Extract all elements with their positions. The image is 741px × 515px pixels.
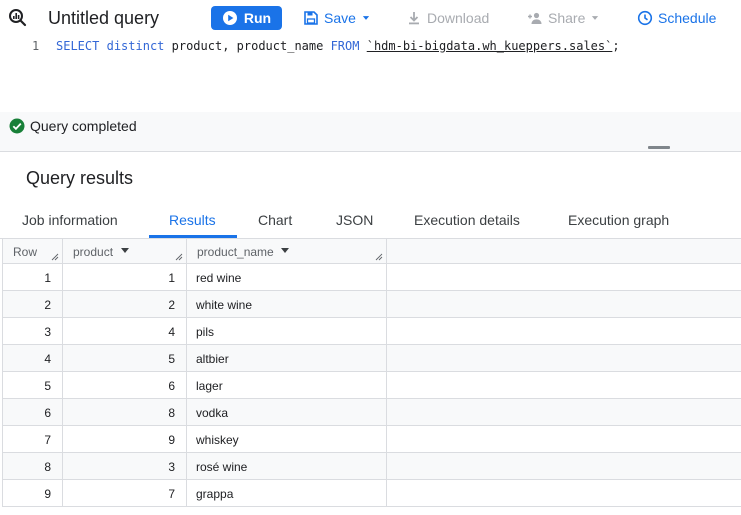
sql-editor[interactable]: 1 SELECT distinct product, product_name … [0,36,741,112]
keyword-distinct: distinct [106,39,165,53]
product-name-cell[interactable]: whiskey [187,426,387,453]
table-row[interactable]: 5 6 lager [2,372,741,399]
column-resize-icon[interactable] [375,253,383,261]
clock-icon [637,10,653,26]
table-row[interactable]: 7 9 whiskey [2,426,741,453]
tab-job-information[interactable]: Job information [22,212,118,228]
row-number-cell[interactable]: 8 [2,453,63,480]
product-name-cell[interactable]: white wine [187,291,387,318]
results-tabs: Job information Results Chart JSON Execu… [0,202,741,239]
column-header-label: product_name [197,245,274,259]
save-button[interactable]: Save [303,6,371,30]
product-cell[interactable]: 5 [63,345,187,372]
download-icon [409,12,419,25]
share-button-label: Share [548,10,586,26]
product-cell[interactable]: 2 [63,291,187,318]
tab-chart[interactable]: Chart [258,212,292,228]
query-title[interactable]: Untitled query [48,8,159,29]
keyword-from: FROM [330,39,360,53]
play-circle-icon [222,11,237,25]
row-filler [387,318,741,345]
column-header-product[interactable]: product [63,239,187,264]
schedule-button[interactable]: Schedule [637,6,716,30]
row-filler [387,399,741,426]
query-toolbar: Untitled query Run Save Download Share S… [0,0,741,36]
table-row[interactable]: 3 4 pils [2,318,741,345]
tab-json[interactable]: JSON [336,212,373,228]
row-filler [387,291,741,318]
row-number-cell[interactable]: 4 [2,345,63,372]
run-button-label: Run [243,10,272,26]
line-number: 1 [32,39,40,53]
add-person-icon [528,12,542,24]
table-row[interactable]: 9 7 grappa [2,480,741,507]
download-button[interactable]: Download [406,6,489,30]
product-cell[interactable]: 7 [63,480,187,507]
row-filler [387,264,741,291]
row-filler [387,345,741,372]
status-text: Query completed [30,118,137,134]
table-row[interactable]: 2 2 white wine [2,291,741,318]
save-icon [304,11,318,25]
product-name-cell[interactable]: red wine [187,264,387,291]
save-button-label: Save [324,10,356,26]
run-button[interactable]: Run [211,6,282,30]
chevron-down-icon [362,16,370,20]
row-filler [387,453,741,480]
row-filler [387,480,741,507]
tab-results[interactable]: Results [169,212,216,228]
product-cell[interactable]: 1 [63,264,187,291]
table-reference[interactable]: `hdm-bi-bigdata.wh_kueppers.sales` [367,39,613,53]
tab-execution-graph[interactable]: Execution graph [568,212,669,228]
table-row[interactable]: 6 8 vodka [2,399,741,426]
query-status-bar: Query completed [0,112,741,152]
column-header-product-name[interactable]: product_name [187,239,387,264]
column-header-row[interactable]: Row [2,239,63,264]
table-row[interactable]: 8 3 rosé wine [2,453,741,480]
product-cell[interactable]: 3 [63,453,187,480]
schedule-button-label: Schedule [658,10,717,26]
query-editor-icon [9,9,27,27]
row-filler [387,426,741,453]
row-number-cell[interactable]: 6 [2,399,63,426]
product-cell[interactable]: 9 [63,426,187,453]
product-cell[interactable]: 4 [63,318,187,345]
keyword-select: SELECT [56,39,100,53]
check-circle-icon [9,118,25,134]
product-name-cell[interactable]: altbier [187,345,387,372]
row-number-cell[interactable]: 5 [2,372,63,399]
product-name-cell[interactable]: rosé wine [187,453,387,480]
active-tab-indicator [149,235,237,238]
product-name-cell[interactable]: pils [187,318,387,345]
column-header-filler [387,239,741,264]
panel-resize-handle[interactable] [648,146,670,149]
product-cell[interactable]: 8 [63,399,187,426]
column-header-label: product [73,245,114,259]
column-header-label: Row [13,245,38,259]
tab-execution-details[interactable]: Execution details [414,212,520,228]
product-name-cell[interactable]: grappa [187,480,387,507]
share-button[interactable]: Share [527,6,600,30]
sort-dropdown-icon[interactable] [121,248,129,253]
chevron-down-icon [592,16,599,20]
select-columns: product, product_name [171,39,324,53]
product-name-cell[interactable]: lager [187,372,387,399]
row-number-cell[interactable]: 9 [2,480,63,507]
row-number-cell[interactable]: 1 [2,264,63,291]
statement-terminator: ; [612,39,620,53]
row-number-cell[interactable]: 3 [2,318,63,345]
product-cell[interactable]: 6 [63,372,187,399]
results-title: Query results [26,168,134,188]
row-number-cell[interactable]: 7 [2,426,63,453]
row-filler [387,372,741,399]
table-row[interactable]: 1 1 red wine [2,264,741,291]
product-name-cell[interactable]: vodka [187,399,387,426]
table-row[interactable]: 4 5 altbier [2,345,741,372]
row-number-cell[interactable]: 2 [2,291,63,318]
sql-code-line[interactable]: SELECT distinct product, product_name FR… [56,39,620,53]
column-resize-icon[interactable] [175,253,183,261]
download-button-label: Download [427,10,490,26]
sort-dropdown-icon[interactable] [281,248,289,253]
column-resize-icon[interactable] [51,253,59,261]
